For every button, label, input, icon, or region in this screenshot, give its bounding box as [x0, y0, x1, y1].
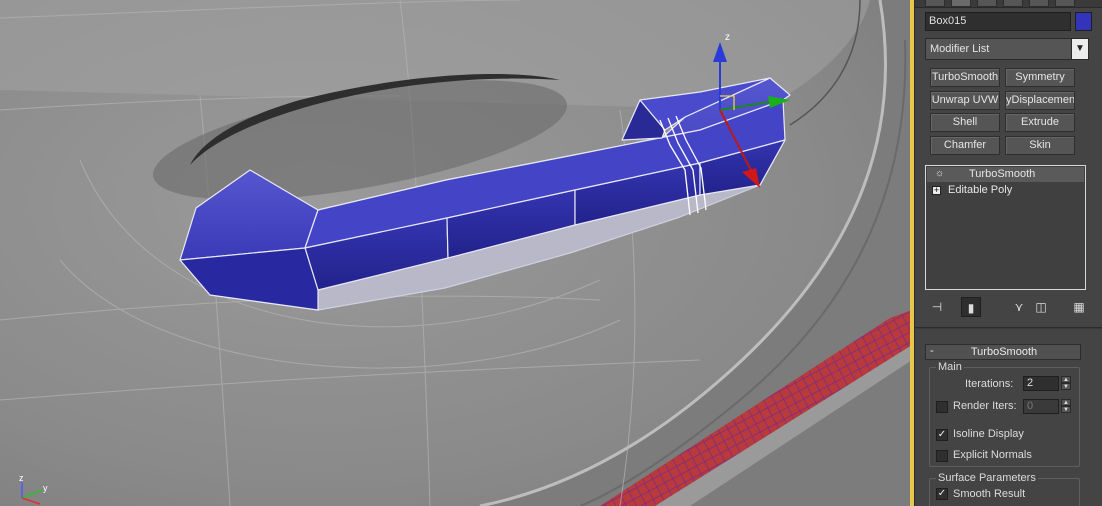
stack-item-turbosmooth[interactable]: ☼ TurboSmooth	[927, 167, 1084, 182]
shell-button[interactable]: Shell	[930, 113, 1000, 132]
tab-create[interactable]	[925, 0, 945, 7]
extrude-button[interactable]: Extrude	[1005, 113, 1075, 132]
make-unique-icon[interactable]: ⋎	[1009, 297, 1029, 317]
modifier-stack[interactable]: ☼ TurboSmooth + Editable Poly	[925, 165, 1086, 290]
render-iters-spinner[interactable]: 0	[1023, 399, 1059, 414]
rollout-title: TurboSmooth	[970, 346, 1038, 358]
render-iters-spinner-arrows[interactable]: ▲ ▼	[1061, 399, 1071, 414]
iterations-spinner-arrows[interactable]: ▲ ▼	[1061, 376, 1071, 391]
iterations-spinner[interactable]: 2	[1023, 376, 1059, 391]
gizmo-z-label: z	[725, 32, 730, 43]
tab-hierarchy[interactable]	[977, 0, 997, 7]
remove-modifier-icon[interactable]: ◫	[1031, 297, 1051, 317]
svg-text:z: z	[19, 473, 24, 483]
tab-motion[interactable]	[1003, 0, 1023, 7]
object-color-swatch[interactable]	[1075, 12, 1092, 31]
panel-divider	[915, 327, 1102, 329]
smooth-result-label: Smooth Result	[953, 488, 1026, 500]
skin-button[interactable]: Skin	[1005, 136, 1075, 155]
expand-plus-icon[interactable]: +	[932, 186, 941, 195]
object-name-field[interactable]: Box015	[925, 12, 1071, 31]
show-end-result-icon[interactable]: ▮	[961, 297, 981, 317]
explicit-normals-label: Explicit Normals	[953, 449, 1032, 461]
unwrap-uvw-button[interactable]: Unwrap UVW	[930, 91, 1000, 110]
viewport-scene: z z y	[0, 0, 912, 506]
chamfer-button[interactable]: Chamfer	[930, 136, 1000, 155]
tab-modify[interactable]	[951, 0, 971, 7]
symmetry-button[interactable]: Symmetry	[1005, 68, 1075, 87]
lightbulb-icon[interactable]: ☼	[935, 168, 944, 179]
stack-item-editable-poly[interactable]: + Editable Poly	[927, 183, 1084, 198]
command-panel: Box015 Modifier List ▼ TurboSmooth Symme…	[914, 0, 1102, 506]
stack-item-label: TurboSmooth	[969, 168, 1036, 180]
modifier-list-label: Modifier List	[930, 43, 990, 55]
tab-utilities[interactable]	[1055, 0, 1075, 7]
iterations-label: Iterations:	[965, 378, 1014, 390]
tab-display[interactable]	[1029, 0, 1049, 7]
isoline-display-label: Isoline Display	[953, 428, 1024, 440]
isoline-display-checkbox[interactable]: ✓	[936, 429, 948, 441]
turbosmooth-button[interactable]: TurboSmooth	[930, 68, 1000, 87]
command-panel-tabs	[915, 0, 1102, 8]
svg-text:y: y	[43, 483, 48, 493]
main-group-label: Main	[936, 361, 964, 373]
explicit-normals-checkbox[interactable]	[936, 450, 948, 462]
configure-sets-icon[interactable]: ▦	[1069, 297, 1089, 317]
surface-parameters-label: Surface Parameters	[936, 472, 1038, 484]
smooth-result-checkbox[interactable]: ✓	[936, 488, 948, 500]
perspective-viewport[interactable]: z z y	[0, 0, 912, 506]
pin-stack-icon[interactable]: ⊣	[927, 297, 947, 317]
stack-toolbar: ⊣ ▮ ⋎ ◫ ▦	[925, 297, 1090, 317]
modifier-list-dropdown[interactable]: Modifier List ▼	[925, 38, 1089, 60]
render-iters-checkbox[interactable]	[936, 401, 948, 413]
displacement-button[interactable]: yDisplacement	[1005, 91, 1075, 110]
stack-item-label: Editable Poly	[948, 184, 1013, 196]
chevron-down-icon[interactable]: ▼	[1071, 39, 1088, 59]
turbosmooth-rollout-header[interactable]: - TurboSmooth	[925, 344, 1081, 360]
render-iters-label: Render Iters:	[953, 400, 1017, 412]
